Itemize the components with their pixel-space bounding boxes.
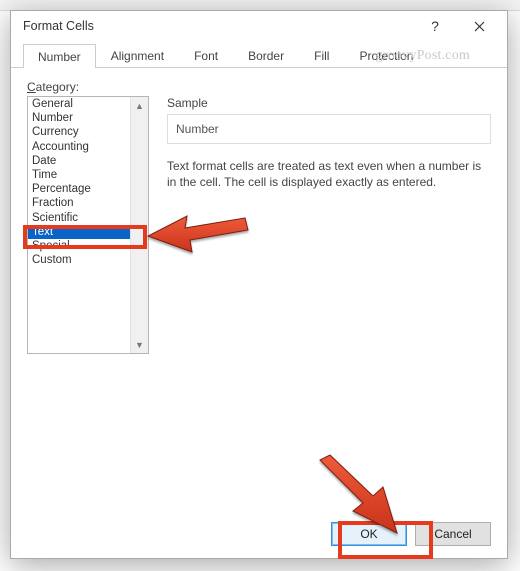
list-item[interactable]: Scientific [28,211,131,225]
list-item[interactable]: Custom [28,253,131,267]
list-item[interactable]: Percentage [28,182,131,196]
list-item[interactable]: Currency [28,125,131,139]
listbox-scrollbar[interactable]: ▲ ▼ [130,97,148,353]
list-item-selected[interactable]: Text [28,225,131,239]
format-description: Text format cells are treated as text ev… [167,158,491,190]
dialog-title: Format Cells [23,19,94,33]
format-cells-dialog: Format Cells ? Number Alignment Font Bor… [10,10,508,559]
sample-value-box: Number [167,114,491,144]
tab-border[interactable]: Border [233,43,299,67]
list-item[interactable]: Date [28,154,131,168]
category-label: Category: [27,80,79,94]
scroll-up-icon[interactable]: ▲ [131,97,148,114]
tab-fill[interactable]: Fill [299,43,344,67]
help-icon: ? [431,18,439,34]
list-item[interactable]: Fraction [28,196,131,210]
ok-button[interactable]: OK [331,522,407,546]
list-item[interactable]: Accounting [28,140,131,154]
dialog-titlebar: Format Cells ? [11,11,507,41]
tab-font[interactable]: Font [179,43,233,67]
close-icon [474,21,485,32]
list-item[interactable]: Special [28,239,131,253]
watermark-text: groovyPost.com [376,48,470,64]
category-list-items: General Number Currency Accounting Date … [28,97,131,267]
tab-alignment[interactable]: Alignment [96,43,179,67]
sample-value: Number [176,122,219,136]
help-button[interactable]: ? [413,12,457,40]
list-item[interactable]: Number [28,111,131,125]
scroll-down-icon[interactable]: ▼ [131,336,148,353]
close-button[interactable] [457,12,501,40]
list-item[interactable]: Time [28,168,131,182]
cancel-button[interactable]: Cancel [415,522,491,546]
list-item[interactable]: General [28,97,131,111]
sample-label: Sample [167,96,491,110]
tab-number[interactable]: Number [23,44,96,68]
category-listbox[interactable]: General Number Currency Accounting Date … [27,96,149,354]
